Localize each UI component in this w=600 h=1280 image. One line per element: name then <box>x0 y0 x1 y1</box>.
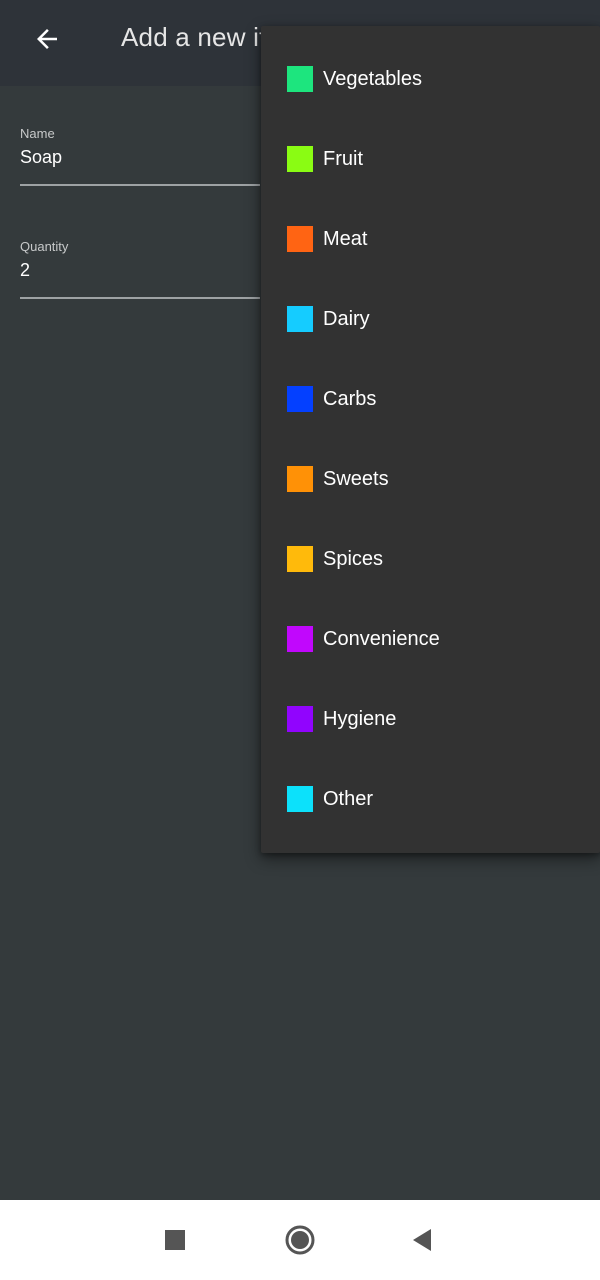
color-swatch <box>287 66 313 92</box>
menu-item-convenience[interactable]: Convenience <box>261 599 600 679</box>
color-swatch <box>287 786 313 812</box>
color-swatch <box>287 626 313 652</box>
category-dropdown-menu: Vegetables Fruit Meat Dairy Carbs Sweets… <box>261 26 600 853</box>
menu-item-label: Convenience <box>323 627 440 650</box>
menu-item-fruit[interactable]: Fruit <box>261 119 600 199</box>
menu-item-label: Sweets <box>323 467 389 490</box>
triangle-back-icon <box>413 1229 431 1251</box>
menu-item-spices[interactable]: Spices <box>261 519 600 599</box>
color-swatch <box>287 306 313 332</box>
menu-item-label: Hygiene <box>323 707 397 730</box>
menu-item-other[interactable]: Other <box>261 759 600 839</box>
circle-icon <box>285 1225 315 1255</box>
home-button[interactable] <box>280 1220 320 1260</box>
menu-item-label: Fruit <box>323 147 363 170</box>
name-field-underline <box>20 184 260 186</box>
quantity-field[interactable]: Quantity 2 <box>20 239 260 301</box>
color-swatch <box>287 386 313 412</box>
square-icon <box>165 1230 185 1250</box>
quantity-field-value[interactable]: 2 <box>20 259 260 281</box>
nav-back-button[interactable] <box>402 1220 442 1260</box>
quantity-field-underline <box>20 297 260 299</box>
color-swatch <box>287 226 313 252</box>
menu-item-label: Other <box>323 787 374 810</box>
name-field-label: Name <box>20 126 55 141</box>
menu-item-label: Carbs <box>323 387 377 410</box>
name-field-value[interactable]: Soap <box>20 146 260 168</box>
menu-item-label: Spices <box>323 547 384 570</box>
color-swatch <box>287 706 313 732</box>
system-nav-bar <box>0 1200 600 1280</box>
menu-item-label: Dairy <box>323 307 370 330</box>
color-swatch <box>287 146 313 172</box>
menu-item-label: Meat <box>323 227 368 250</box>
menu-item-dairy[interactable]: Dairy <box>261 279 600 359</box>
quantity-field-label: Quantity <box>20 239 69 254</box>
menu-item-sweets[interactable]: Sweets <box>261 439 600 519</box>
menu-item-meat[interactable]: Meat <box>261 199 600 279</box>
recents-button[interactable] <box>155 1220 195 1260</box>
back-button[interactable] <box>22 14 72 64</box>
menu-item-label: Vegetables <box>323 67 422 90</box>
name-field[interactable]: Name Soap <box>20 126 260 188</box>
menu-item-hygiene[interactable]: Hygiene <box>261 679 600 759</box>
menu-item-vegetables[interactable]: Vegetables <box>261 39 600 119</box>
color-swatch <box>287 546 313 572</box>
arrow-left-icon <box>37 29 57 49</box>
menu-item-carbs[interactable]: Carbs <box>261 359 600 439</box>
color-swatch <box>287 466 313 492</box>
